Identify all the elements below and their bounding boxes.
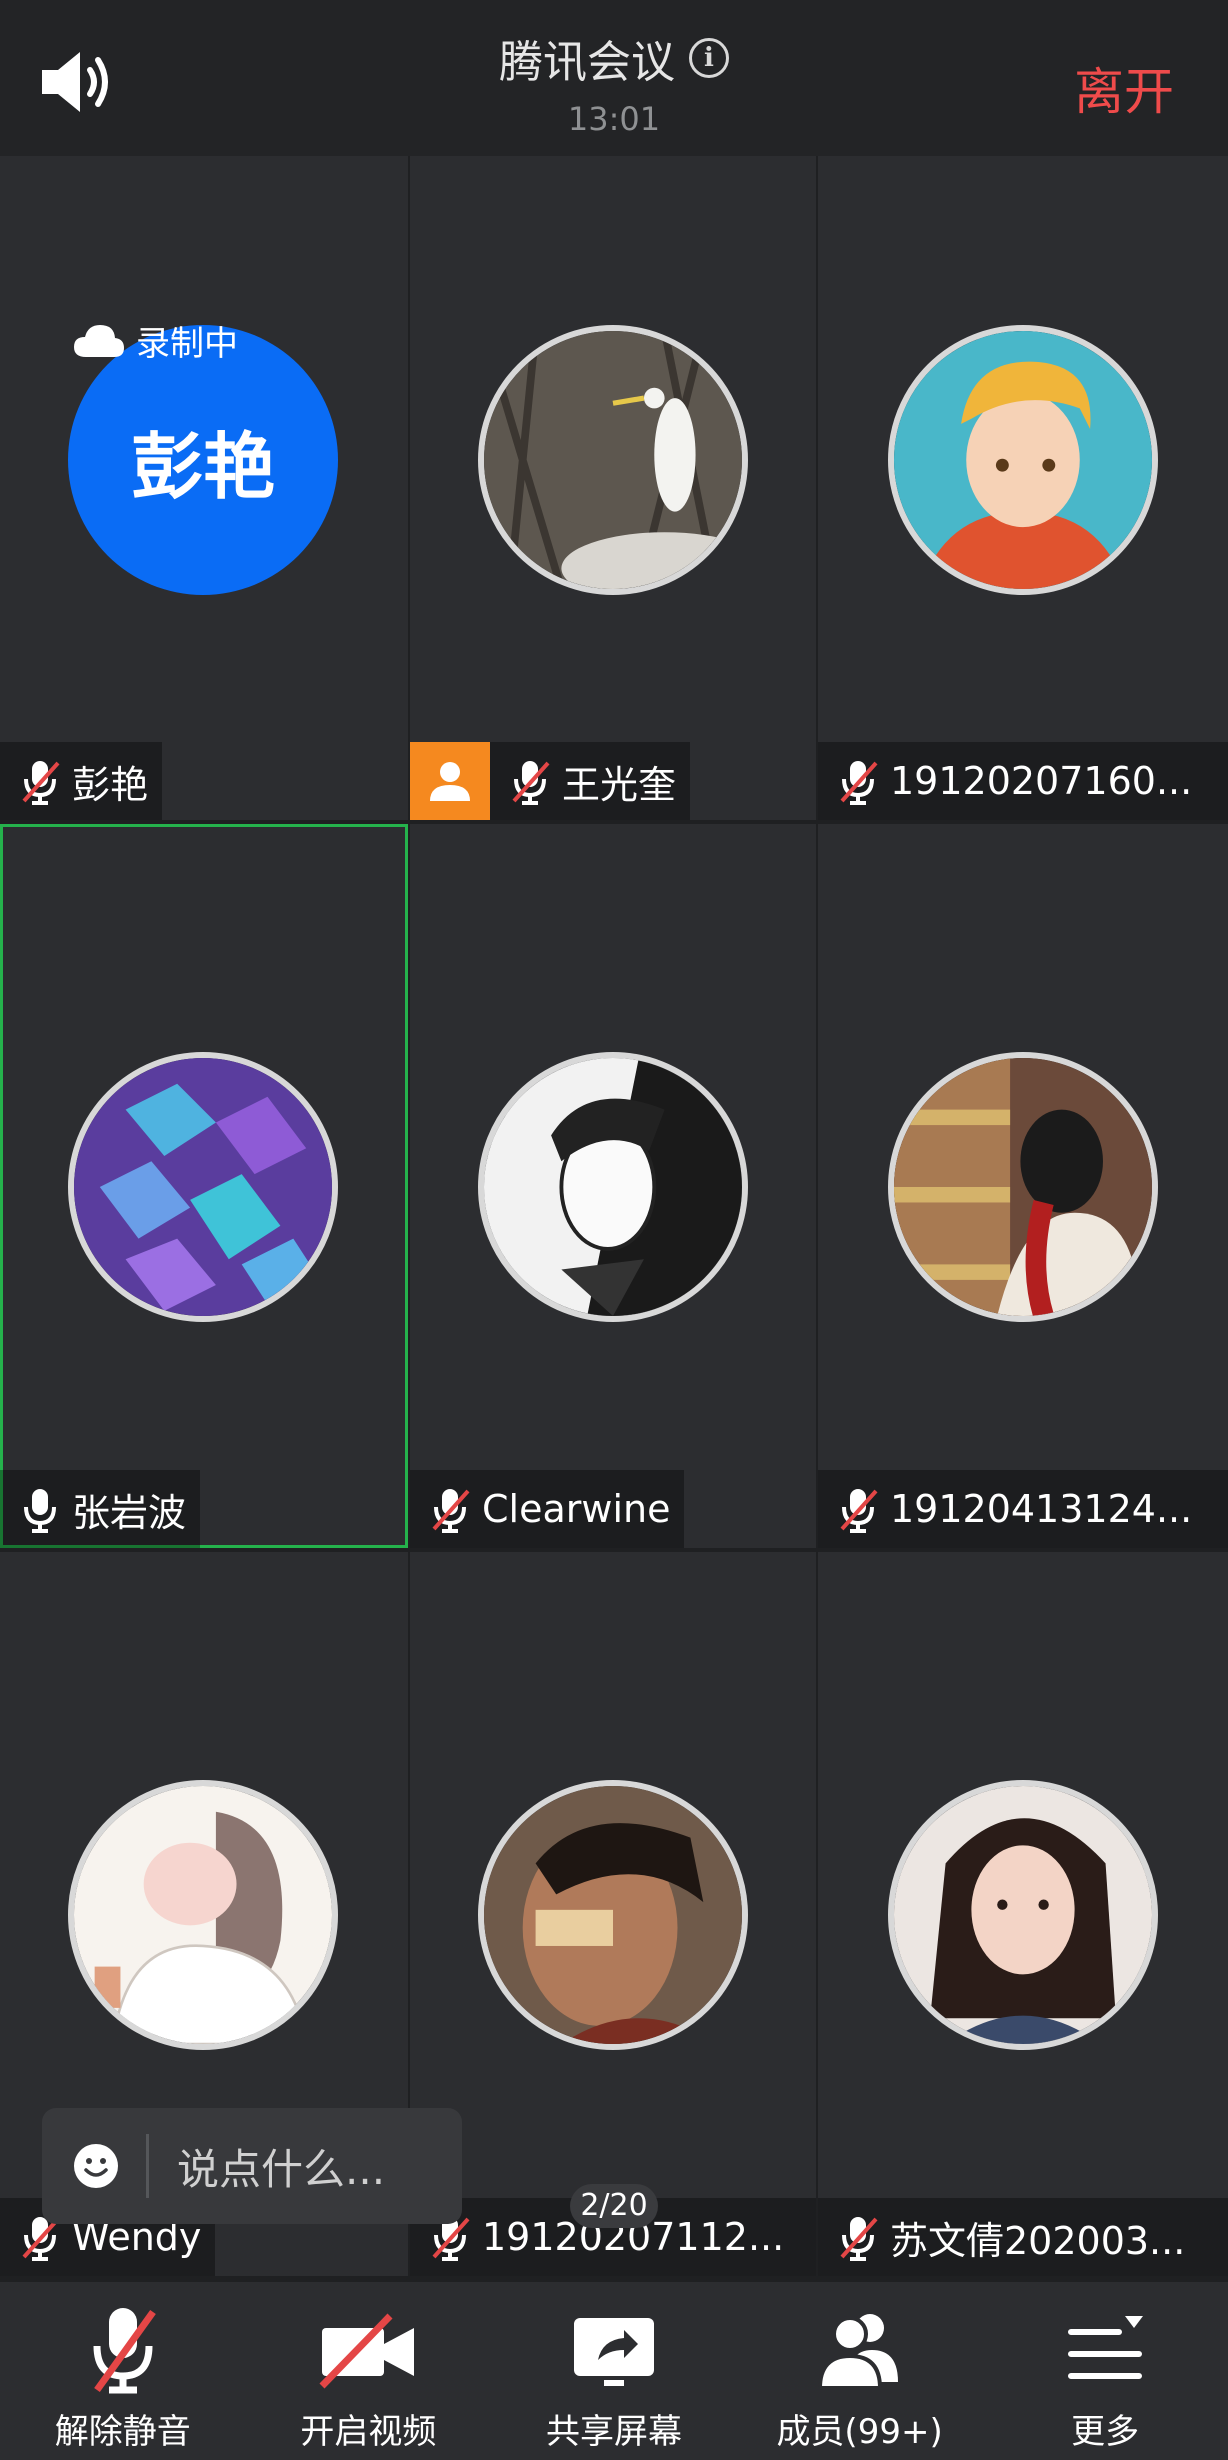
avatar [68,1780,338,2050]
participant-name: 苏文倩202003... [890,2218,1186,2263]
mic-muted-icon [93,2308,156,2394]
avatar [888,1780,1158,2050]
mic-muted-icon [22,761,60,805]
participant-name: 张岩波 [72,1490,187,1535]
participant-namebar: 苏文倩202003... [818,2198,1228,2276]
participant-namebar: 王光奎 [410,742,691,820]
share-screen-button[interactable]: 共享屏幕 [491,2282,737,2460]
participant-name: Clearwine [482,1487,671,1531]
emoji-icon[interactable] [70,2140,122,2192]
avatar [888,1052,1158,1322]
host-badge [410,742,490,820]
chat-input[interactable]: 说点什么... [42,2108,462,2224]
girl-photo-avatar [894,1786,1152,2044]
participant-name: 19120207160... [890,759,1193,803]
participant-tile[interactable]: 19120207160... [818,156,1228,820]
mic-muted-icon [840,1489,878,1533]
unmute-button[interactable]: 解除静音 [0,2282,246,2460]
avatar [478,1780,748,2050]
video-off-icon [319,2313,415,2389]
members-button[interactable]: 成员(99+) [737,2282,983,2460]
participant-namebar: 19120413124... [818,1470,1228,1548]
meeting-time: 13:01 [567,100,661,138]
start-video-button[interactable]: 开启视频 [246,2282,492,2460]
more-button[interactable]: 更多 [982,2282,1228,2460]
participant-tile[interactable]: 苏文倩202003... [818,1552,1228,2276]
participant-namebar: 彭艳 [0,742,163,820]
illustration-avatar [74,1786,332,2044]
anime-boy-avatar [894,331,1152,589]
mic-icon [24,1489,56,1533]
avatar [68,1052,338,1322]
participant-tile[interactable]: 19120207112... [410,1552,816,2276]
participant-tile[interactable]: 王光奎 [410,156,816,820]
avatar: 彭艳 [68,325,338,595]
portrait-photo-avatar [484,1786,742,2044]
participant-name: 19120413124... [890,1487,1193,1531]
mic-muted-icon [512,761,550,805]
members-icon [817,2314,898,2390]
participant-tile[interactable]: 19120413124... [818,824,1228,1548]
store-photo-avatar [894,1058,1152,1316]
participant-tile[interactable]: Clearwine [410,824,816,1548]
mic-muted-icon [840,2217,878,2261]
manga-avatar [484,1058,742,1316]
bottom-toolbar: 解除静音 开启视频 共享屏幕 成员(99+) 更多 [0,2282,1228,2460]
avatar [478,325,748,595]
meeting-title[interactable]: 腾讯会议 i [499,26,729,90]
meeting-header: 腾讯会议 i 13:01 离开 [0,0,1228,156]
participant-namebar: 19120207160... [818,742,1228,820]
participant-grid: 录制中 彭艳 彭艳 王光奎 19120207160... 张岩波 Clearwi… [0,156,1228,2276]
cloud-icon [74,324,124,357]
chat-placeholder: 说点什么... [177,2144,386,2194]
info-icon[interactable]: i [689,38,729,78]
egret-photo [484,331,742,589]
recording-indicator: 录制中 [72,316,238,365]
participant-tile[interactable]: 录制中 彭艳 彭艳 [0,156,408,820]
leave-button[interactable]: 离开 [1074,52,1174,124]
divider [146,2134,149,2198]
avatar [888,325,1158,595]
menu-icon [1068,2316,1144,2379]
mic-muted-icon [432,1489,470,1533]
participant-tile-active[interactable]: 张岩波 [0,824,408,1548]
avatar [478,1052,748,1322]
mic-muted-icon [840,761,878,805]
participant-namebar: Clearwine [410,1470,685,1548]
cubes-avatar [74,1058,332,1316]
user-icon [430,762,470,801]
participant-name: 王光奎 [562,762,677,807]
participant-name: 彭艳 [72,762,149,807]
participant-namebar: 张岩波 [0,1470,201,1548]
share-screen-icon [573,2318,654,2386]
page-indicator: 2/20 [570,2184,658,2228]
